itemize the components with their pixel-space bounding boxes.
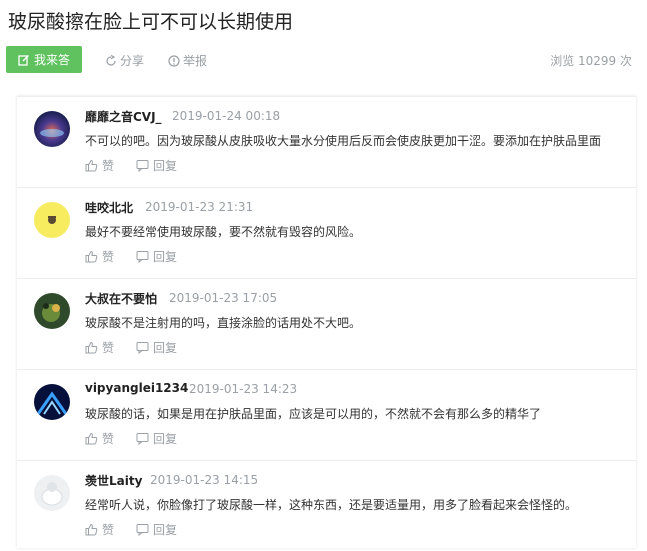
- reply-button[interactable]: 回复: [136, 521, 177, 538]
- comment-item: 羡世Laity 2019-01-23 14:15 经常听人说，你脸像打了玻尿酸一…: [17, 461, 636, 551]
- comment-text: 不可以的吧。因为玻尿酸从皮肤吸收大量水分使用后反而会使皮肤更加干涩。要添加在护肤…: [85, 134, 602, 148]
- comment-icon: [136, 341, 149, 354]
- report-button[interactable]: 举报: [168, 52, 207, 69]
- reply-label: 回复: [153, 158, 178, 173]
- report-label: 举报: [183, 54, 208, 68]
- reply-button[interactable]: 回复: [136, 430, 177, 447]
- answer-label: 我来答: [33, 53, 70, 67]
- thumbs-up-icon: [85, 432, 98, 445]
- like-label: 赞: [102, 249, 115, 264]
- comment-actions: 赞 回复: [85, 339, 177, 355]
- like-label: 赞: [102, 340, 115, 355]
- share-label: 分享: [120, 54, 145, 68]
- comment-icon: [136, 432, 149, 445]
- view-count: 浏览 10299 次: [550, 54, 632, 68]
- comment-item: 大叔在不要怕 2019-01-23 17:05 玻尿酸不是注射用的吗，直接涂脸的…: [17, 279, 636, 370]
- reply-label: 回复: [153, 522, 178, 537]
- alert-icon: [168, 54, 180, 67]
- comment-list: 靡靡之音CVJ_ 2019-01-24 00:18 不可以的吧。因为玻尿酸从皮肤…: [17, 96, 636, 548]
- like-button[interactable]: 赞: [85, 157, 114, 174]
- share-button[interactable]: 分享: [105, 52, 144, 69]
- thumbs-up-icon: [85, 341, 98, 354]
- like-label: 赞: [102, 522, 115, 537]
- reply-button[interactable]: 回复: [136, 339, 177, 356]
- comment-text: 经常听人说，你脸像打了玻尿酸一样，这种东西，还是要适量用，用多了脸看起来会怪怪的…: [85, 498, 578, 512]
- reply-button[interactable]: 回复: [136, 157, 177, 174]
- avatar[interactable]: [34, 111, 70, 147]
- thumbs-up-icon: [85, 250, 98, 263]
- share-icon: [105, 54, 117, 67]
- comment-actions: 赞 回复: [85, 521, 177, 537]
- action-bar: 我来答 分享 举报 浏览 10299 次: [6, 46, 636, 74]
- username[interactable]: 羡世Laity: [85, 472, 142, 489]
- comment-actions: 赞 回复: [85, 430, 177, 446]
- like-button[interactable]: 赞: [85, 248, 114, 265]
- comment-actions: 赞 回复: [85, 157, 177, 173]
- timestamp: 2019-01-23 17:05: [169, 291, 278, 305]
- username[interactable]: 哇咬北北: [85, 199, 133, 216]
- edit-icon: [18, 54, 30, 66]
- like-button[interactable]: 赞: [85, 339, 114, 356]
- page: 玻尿酸擦在脸上可不可以长期使用 我来答 分享 举报 浏览 10299 次 靡靡之…: [0, 0, 647, 551]
- avatar[interactable]: [34, 384, 70, 420]
- comment-text: 最好不要经常使用玻尿酸，要不然就有毁容的风险。: [85, 225, 362, 239]
- comment-actions: 赞 回复: [85, 248, 177, 264]
- like-button[interactable]: 赞: [85, 521, 114, 538]
- timestamp: 2019-01-23 14:23: [189, 382, 298, 396]
- like-label: 赞: [102, 158, 115, 173]
- reply-label: 回复: [153, 340, 178, 355]
- timestamp: 2019-01-23 21:31: [145, 200, 254, 214]
- comment-text: 玻尿酸的话，如果是用在护肤品里面，应该是可以用的，不然就不会有那么多的精华了: [85, 407, 542, 421]
- like-button[interactable]: 赞: [85, 430, 114, 447]
- page-title: 玻尿酸擦在脸上可不可以长期使用: [8, 11, 294, 33]
- comment-icon: [136, 250, 149, 263]
- comment-item: vipyanglei1234 2019-01-23 14:23 玻尿酸的话，如果…: [17, 370, 636, 461]
- like-label: 赞: [102, 431, 115, 446]
- username[interactable]: 靡靡之音CVJ_: [85, 108, 162, 125]
- avatar[interactable]: [34, 293, 70, 329]
- username[interactable]: 大叔在不要怕: [85, 290, 157, 307]
- thumbs-up-icon: [85, 523, 98, 536]
- reply-button[interactable]: 回复: [136, 248, 177, 265]
- timestamp: 2019-01-23 14:15: [150, 473, 259, 487]
- reply-label: 回复: [153, 431, 178, 446]
- comment-text: 玻尿酸不是注射用的吗，直接涂脸的话用处不大吧。: [85, 316, 362, 330]
- avatar[interactable]: [34, 202, 70, 238]
- avatar[interactable]: [34, 475, 70, 511]
- comment-icon: [136, 523, 149, 536]
- username[interactable]: vipyanglei1234: [85, 381, 188, 395]
- timestamp: 2019-01-24 00:18: [172, 109, 281, 123]
- reply-label: 回复: [153, 249, 178, 264]
- comment-item: 哇咬北北 2019-01-23 21:31 最好不要经常使用玻尿酸，要不然就有毁…: [17, 188, 636, 279]
- comment-icon: [136, 159, 149, 172]
- answer-button[interactable]: 我来答: [6, 46, 82, 73]
- thumbs-up-icon: [85, 159, 98, 172]
- comment-item: 靡靡之音CVJ_ 2019-01-24 00:18 不可以的吧。因为玻尿酸从皮肤…: [17, 97, 636, 188]
